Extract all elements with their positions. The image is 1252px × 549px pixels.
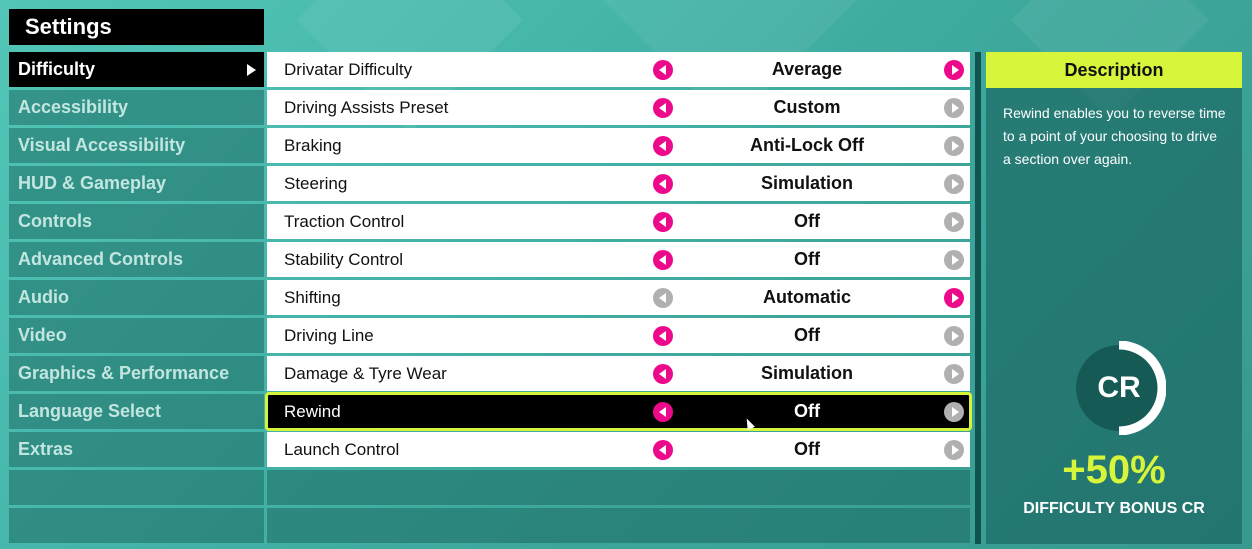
setting-row-damage-tyre-wear[interactable]: Damage & Tyre Wear Simulation <box>267 356 970 391</box>
sidebar-item-accessibility[interactable]: Accessibility <box>9 90 264 125</box>
setting-row-traction-control[interactable]: Traction Control Off <box>267 204 970 239</box>
arrow-right-icon[interactable] <box>944 326 964 346</box>
arrow-left-icon[interactable] <box>653 250 673 270</box>
arrow-left-icon[interactable] <box>653 60 673 80</box>
bonus-value: +50% <box>1062 448 1166 492</box>
arrow-right-icon[interactable] <box>944 60 964 80</box>
setting-label: Damage & Tyre Wear <box>284 364 447 383</box>
setting-value: Off <box>794 439 820 459</box>
bonus-label: DIFFICULTY BONUS CR <box>1023 500 1205 517</box>
setting-label: Shifting <box>284 288 341 307</box>
sidebar-item-advanced-controls[interactable]: Advanced Controls <box>9 242 264 277</box>
description-header: Description <box>986 52 1242 88</box>
sidebar-item-hud-gameplay[interactable]: HUD & Gameplay <box>9 166 264 201</box>
setting-row-braking[interactable]: Braking Anti-Lock Off <box>267 128 970 163</box>
cr-badge: CR <box>1072 341 1166 435</box>
setting-value: Off <box>794 401 820 421</box>
arrow-right-icon[interactable] <box>944 98 964 118</box>
sidebar-item-controls[interactable]: Controls <box>9 204 264 239</box>
sidebar-item-extras[interactable]: Extras <box>9 432 264 467</box>
setting-label: Launch Control <box>284 440 400 459</box>
arrow-left-icon[interactable] <box>653 364 673 384</box>
setting-row-rewind[interactable]: Rewind Off <box>265 392 972 431</box>
sidebar-item-visual-accessibility[interactable]: Visual Accessibility <box>9 128 264 163</box>
setting-row-launch-control[interactable]: Launch Control Off <box>267 432 970 467</box>
sidebar-empty-slot <box>9 470 264 505</box>
sidebar-item-video[interactable]: Video <box>9 318 264 353</box>
sidebar-item-label: Controls <box>18 211 92 231</box>
setting-value: Custom <box>773 97 841 117</box>
arrow-left-icon[interactable] <box>653 288 673 308</box>
arrow-right-icon[interactable] <box>944 250 964 270</box>
sidebar-item-label: Accessibility <box>18 97 129 117</box>
setting-value: Off <box>794 249 820 269</box>
sidebar-item-label: Language Select <box>18 401 162 421</box>
arrow-right-icon[interactable] <box>944 402 964 422</box>
sidebar-item-graphics-performance[interactable]: Graphics & Performance <box>9 356 264 391</box>
arrow-left-icon[interactable] <box>653 440 673 460</box>
setting-row-shifting[interactable]: Shifting Automatic <box>267 280 970 315</box>
scrollbar[interactable] <box>975 52 981 544</box>
setting-value: Simulation <box>760 173 853 193</box>
setting-value: Automatic <box>762 287 851 307</box>
sidebar-empty-slot <box>9 508 264 543</box>
cr-label: CR <box>1097 371 1141 404</box>
setting-label: Stability Control <box>284 250 404 269</box>
sidebar-item-label: Graphics & Performance <box>18 363 230 383</box>
arrow-right-icon <box>247 64 256 76</box>
sidebar-item-language-select[interactable]: Language Select <box>9 394 264 429</box>
setting-label: Braking <box>284 136 342 155</box>
sidebar-item-label: Video <box>18 325 67 345</box>
setting-value: Anti-Lock Off <box>750 135 864 155</box>
sidebar-item-audio[interactable]: Audio <box>9 280 264 315</box>
sidebar-item-label: Advanced Controls <box>18 249 184 269</box>
setting-row-driving-assists-preset[interactable]: Driving Assists Preset Custom <box>267 90 970 125</box>
setting-label: Driving Line <box>284 326 374 345</box>
setting-value: Off <box>794 325 820 345</box>
arrow-right-icon[interactable] <box>944 212 964 232</box>
arrow-right-icon[interactable] <box>944 136 964 156</box>
arrow-left-icon[interactable] <box>653 212 673 232</box>
arrow-left-icon[interactable] <box>653 326 673 346</box>
settings-list: Drivatar Difficulty Average Driving Assi… <box>265 52 972 546</box>
page-title: Settings <box>9 9 264 45</box>
list-empty-slot <box>267 470 970 505</box>
sidebar-item-label: Visual Accessibility <box>18 135 186 155</box>
arrow-right-icon[interactable] <box>944 174 964 194</box>
setting-label: Driving Assists Preset <box>284 98 449 117</box>
setting-value: Average <box>771 59 843 79</box>
sidebar-item-label: Difficulty <box>18 59 96 79</box>
sidebar-item-difficulty[interactable]: Difficulty <box>9 52 264 87</box>
setting-row-stability-control[interactable]: Stability Control Off <box>267 242 970 277</box>
sidebar-item-label: HUD & Gameplay <box>18 173 167 193</box>
setting-row-drivatar-difficulty[interactable]: Drivatar Difficulty Average <box>267 52 970 87</box>
arrow-left-icon[interactable] <box>653 136 673 156</box>
setting-label: Drivatar Difficulty <box>284 60 413 79</box>
description-text: Rewind enables you to reverse time to a … <box>1003 105 1226 167</box>
setting-label: Traction Control <box>284 212 405 231</box>
setting-row-steering[interactable]: Steering Simulation <box>267 166 970 201</box>
setting-label: Steering <box>284 174 348 193</box>
setting-value: Simulation <box>760 363 853 383</box>
scrollbar-thumb[interactable] <box>975 52 981 544</box>
sidebar-item-label: Extras <box>18 439 74 459</box>
sidebar-item-label: Audio <box>18 287 69 307</box>
list-empty-slot <box>267 508 970 543</box>
arrow-right-icon[interactable] <box>944 440 964 460</box>
arrow-left-icon[interactable] <box>653 174 673 194</box>
description-panel: Description Rewind enables you to revers… <box>986 52 1242 544</box>
setting-value: Off <box>794 211 820 231</box>
arrow-right-icon[interactable] <box>944 288 964 308</box>
setting-row-driving-line[interactable]: Driving Line Off <box>267 318 970 353</box>
settings-sidebar: Difficulty Accessibility Visual Accessib… <box>9 52 264 546</box>
arrow-left-icon[interactable] <box>653 402 673 422</box>
arrow-right-icon[interactable] <box>944 364 964 384</box>
arrow-left-icon[interactable] <box>653 98 673 118</box>
setting-label: Rewind <box>284 402 341 421</box>
